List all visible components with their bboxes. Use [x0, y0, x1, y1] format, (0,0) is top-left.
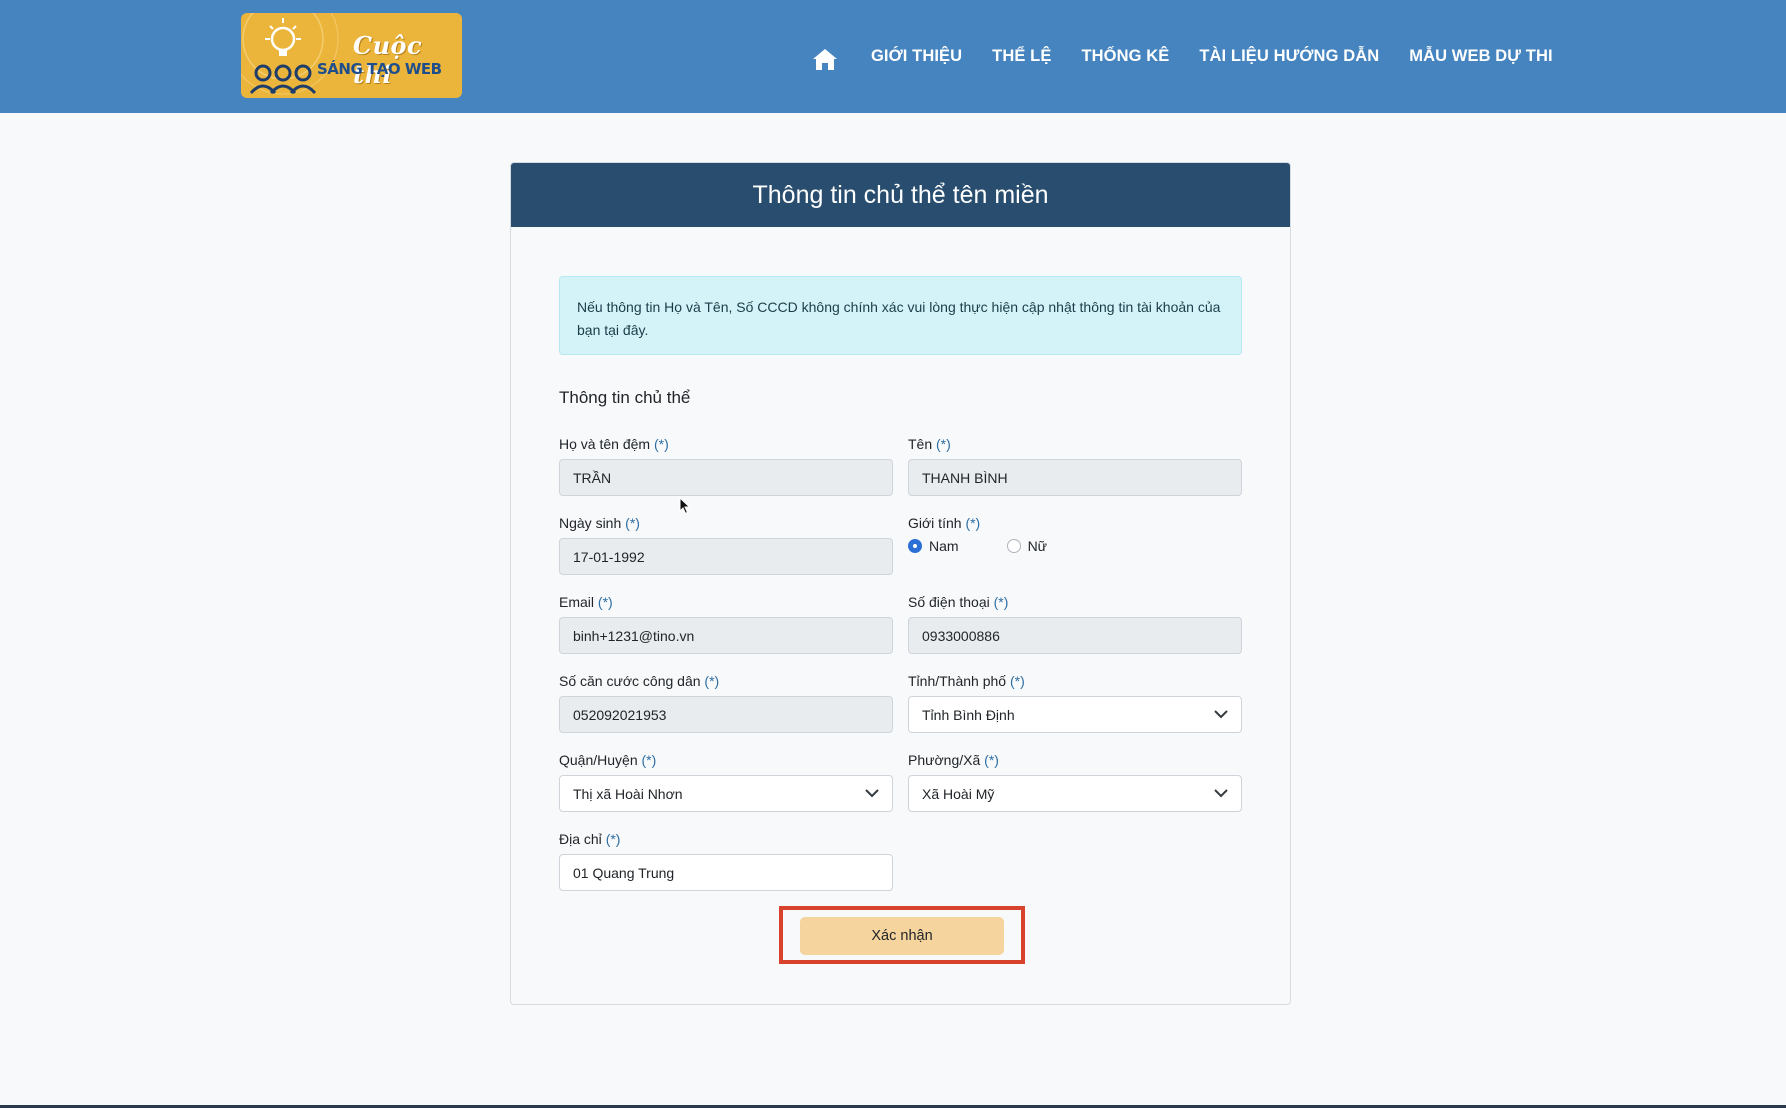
site-logo[interactable]: Cuộc thi SÁNG TẠO WEB: [241, 13, 462, 98]
gender-radio-group: Nam Nữ: [908, 538, 1242, 554]
ward-label: Phường/Xã: [908, 752, 981, 768]
ward-value: Xã Hoài Mỹ: [922, 785, 995, 802]
nav-item-the-le[interactable]: THỂ LỆ: [992, 47, 1051, 66]
required-mark: (*): [936, 436, 951, 452]
required-mark: (*): [704, 673, 720, 689]
domain-owner-card: Thông tin chủ thể tên miền Nếu thông tin…: [510, 162, 1291, 1005]
gender-option-nu[interactable]: Nữ: [1028, 538, 1047, 554]
district-field: Quận/Huyện (*) Thị xã Hoài Nhơn: [559, 752, 893, 812]
birthdate-label: Ngày sinh: [559, 515, 622, 531]
ward-field: Phường/Xã (*) Xã Hoài Mỹ: [908, 752, 1242, 812]
email-field: Email (*) binh+1231@tino.vn: [559, 594, 893, 654]
phone-input[interactable]: 0933000886: [908, 617, 1242, 654]
card-title: Thông tin chủ thể tên miền: [752, 180, 1049, 209]
card-header: Thông tin chủ thể tên miền: [511, 163, 1290, 227]
id-number-field: Số căn cước công dân (*) 052092021953: [559, 673, 893, 733]
required-mark: (*): [965, 515, 981, 531]
section-title: Thông tin chủ thể: [559, 388, 691, 407]
district-value: Thị xã Hoài Nhơn: [573, 785, 683, 802]
first-name-input[interactable]: THANH BÌNH: [908, 459, 1242, 496]
address-label: Địa chỉ: [559, 831, 602, 847]
nav-item-gioi-thieu[interactable]: GIỚI THIỆU: [871, 47, 962, 66]
id-number-input[interactable]: 052092021953: [559, 696, 893, 733]
gender-field: Giới tính (*) Nam Nữ: [908, 515, 1242, 554]
birthdate-field: Ngày sinh (*) 17-01-1992: [559, 515, 893, 575]
nav-item-tai-lieu[interactable]: TÀI LIỆU HƯỚNG DẪN: [1199, 47, 1379, 66]
site-header: Cuộc thi SÁNG TẠO WEB GIỚI THIỆU THỂ LỆ …: [0, 0, 1786, 113]
chevron-down-icon: [865, 789, 879, 798]
birthdate-input[interactable]: 17-01-1992: [559, 538, 893, 575]
nav-item-thong-ke[interactable]: THỐNG KÊ: [1081, 47, 1169, 66]
email-label: Email: [559, 594, 595, 610]
required-mark: (*): [641, 752, 657, 768]
phone-field: Số điện thoại (*) 0933000886: [908, 594, 1242, 654]
confirm-button[interactable]: Xác nhận: [800, 917, 1004, 955]
ward-select[interactable]: Xã Hoài Mỹ: [908, 775, 1242, 812]
submit-highlight-frame: Xác nhận: [779, 906, 1025, 964]
required-mark: (*): [625, 515, 640, 531]
middle-name-input[interactable]: TRẦN: [559, 459, 893, 496]
province-field: Tỉnh/Thành phố (*) Tỉnh Bình Định: [908, 673, 1242, 733]
province-label: Tỉnh/Thành phố: [908, 673, 1007, 689]
middle-name-label: Họ và tên đệm: [559, 436, 651, 452]
required-mark: (*): [605, 831, 621, 847]
required-mark: (*): [984, 752, 999, 768]
gender-option-nam[interactable]: Nam: [929, 538, 959, 554]
chevron-down-icon: [1214, 789, 1228, 798]
gender-radio-nam[interactable]: [908, 539, 922, 553]
middle-name-field: Họ và tên đệm (*) TRẦN: [559, 436, 893, 496]
id-number-label: Số căn cước công dân: [559, 673, 701, 689]
first-name-field: Tên (*) THANH BÌNH: [908, 436, 1242, 496]
district-select[interactable]: Thị xã Hoài Nhơn: [559, 775, 893, 812]
home-icon[interactable]: [810, 44, 840, 74]
logo-text-bottom: SÁNG TẠO WEB: [317, 60, 442, 78]
address-field: Địa chỉ (*) 01 Quang Trung: [559, 831, 893, 891]
email-input[interactable]: binh+1231@tino.vn: [559, 617, 893, 654]
required-mark: (*): [993, 594, 1009, 610]
gender-radio-nu[interactable]: [1006, 539, 1021, 553]
gender-label: Giới tính: [908, 515, 962, 531]
first-name-label: Tên: [908, 436, 933, 452]
chevron-down-icon: [1214, 710, 1228, 719]
required-mark: (*): [597, 594, 613, 610]
nav-item-mau-web[interactable]: MẪU WEB DỰ THI: [1409, 47, 1552, 66]
province-value: Tỉnh Bình Định: [922, 706, 1015, 723]
required-mark: (*): [653, 436, 669, 452]
mouse-cursor-icon: [679, 497, 691, 515]
phone-label: Số điện thoại: [908, 594, 990, 610]
info-notice: Nếu thông tin Họ và Tên, Số CCCD không c…: [559, 276, 1242, 355]
district-label: Quận/Huyện: [559, 752, 638, 768]
main-nav: GIỚI THIỆU THỂ LỆ THỐNG KÊ TÀI LIỆU HƯỚN…: [810, 0, 1568, 113]
province-select[interactable]: Tỉnh Bình Định: [908, 696, 1242, 733]
required-mark: (*): [1009, 673, 1025, 689]
address-input[interactable]: 01 Quang Trung: [559, 854, 893, 891]
